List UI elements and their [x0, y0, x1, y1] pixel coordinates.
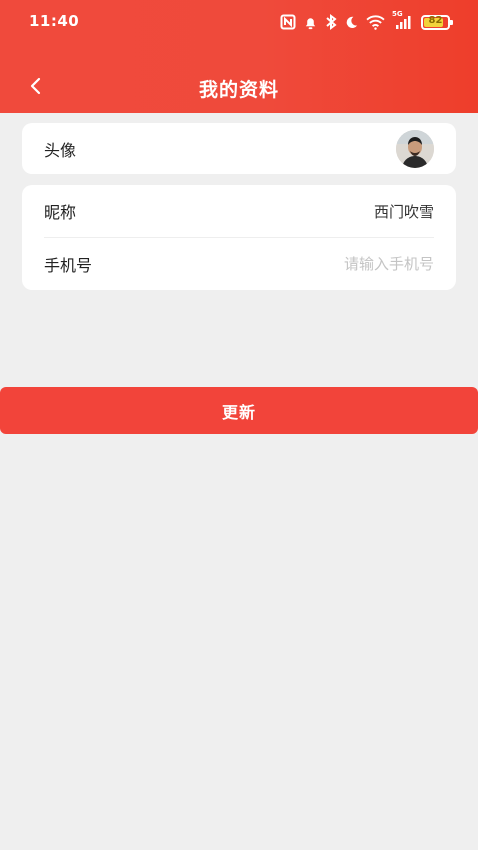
update-button[interactable]: 更新 [0, 387, 478, 434]
bluetooth-icon [325, 14, 337, 30]
nickname-label: 昵称 [44, 203, 77, 222]
moon-icon [344, 15, 359, 30]
avatar-card: 头像 [22, 123, 456, 174]
battery-level: 82 [428, 14, 443, 26]
page-title: 我的资料 [198, 79, 279, 101]
avatar[interactable] [396, 129, 434, 168]
battery-icon: 82 [421, 14, 453, 30]
phone-row: 手机号 [22, 237, 456, 290]
bell-icon [303, 15, 318, 30]
status-icons: 5G 82 [280, 10, 453, 32]
wifi-icon [366, 14, 385, 30]
avatar-row[interactable]: 头像 [22, 123, 456, 174]
network-label: 5G [392, 10, 403, 18]
status-time: 11:40 [29, 12, 80, 30]
nickname-value: 西门吹雪 [373, 202, 434, 221]
nfc-icon [280, 14, 296, 30]
phone-label: 手机号 [44, 255, 93, 275]
avatar-label: 头像 [44, 140, 77, 160]
nav-bar: 我的资料 [0, 64, 478, 112]
header: 11:40 5G 82 我的资料 [0, 0, 478, 113]
profile-info-card: 昵称 西门吹雪 手机号 [22, 185, 456, 290]
nickname-row[interactable]: 昵称 西门吹雪 [22, 185, 456, 237]
status-bar: 11:40 5G 82 [0, 0, 478, 44]
phone-input[interactable] [234, 254, 434, 273]
signal-icon: 5G [392, 10, 414, 30]
